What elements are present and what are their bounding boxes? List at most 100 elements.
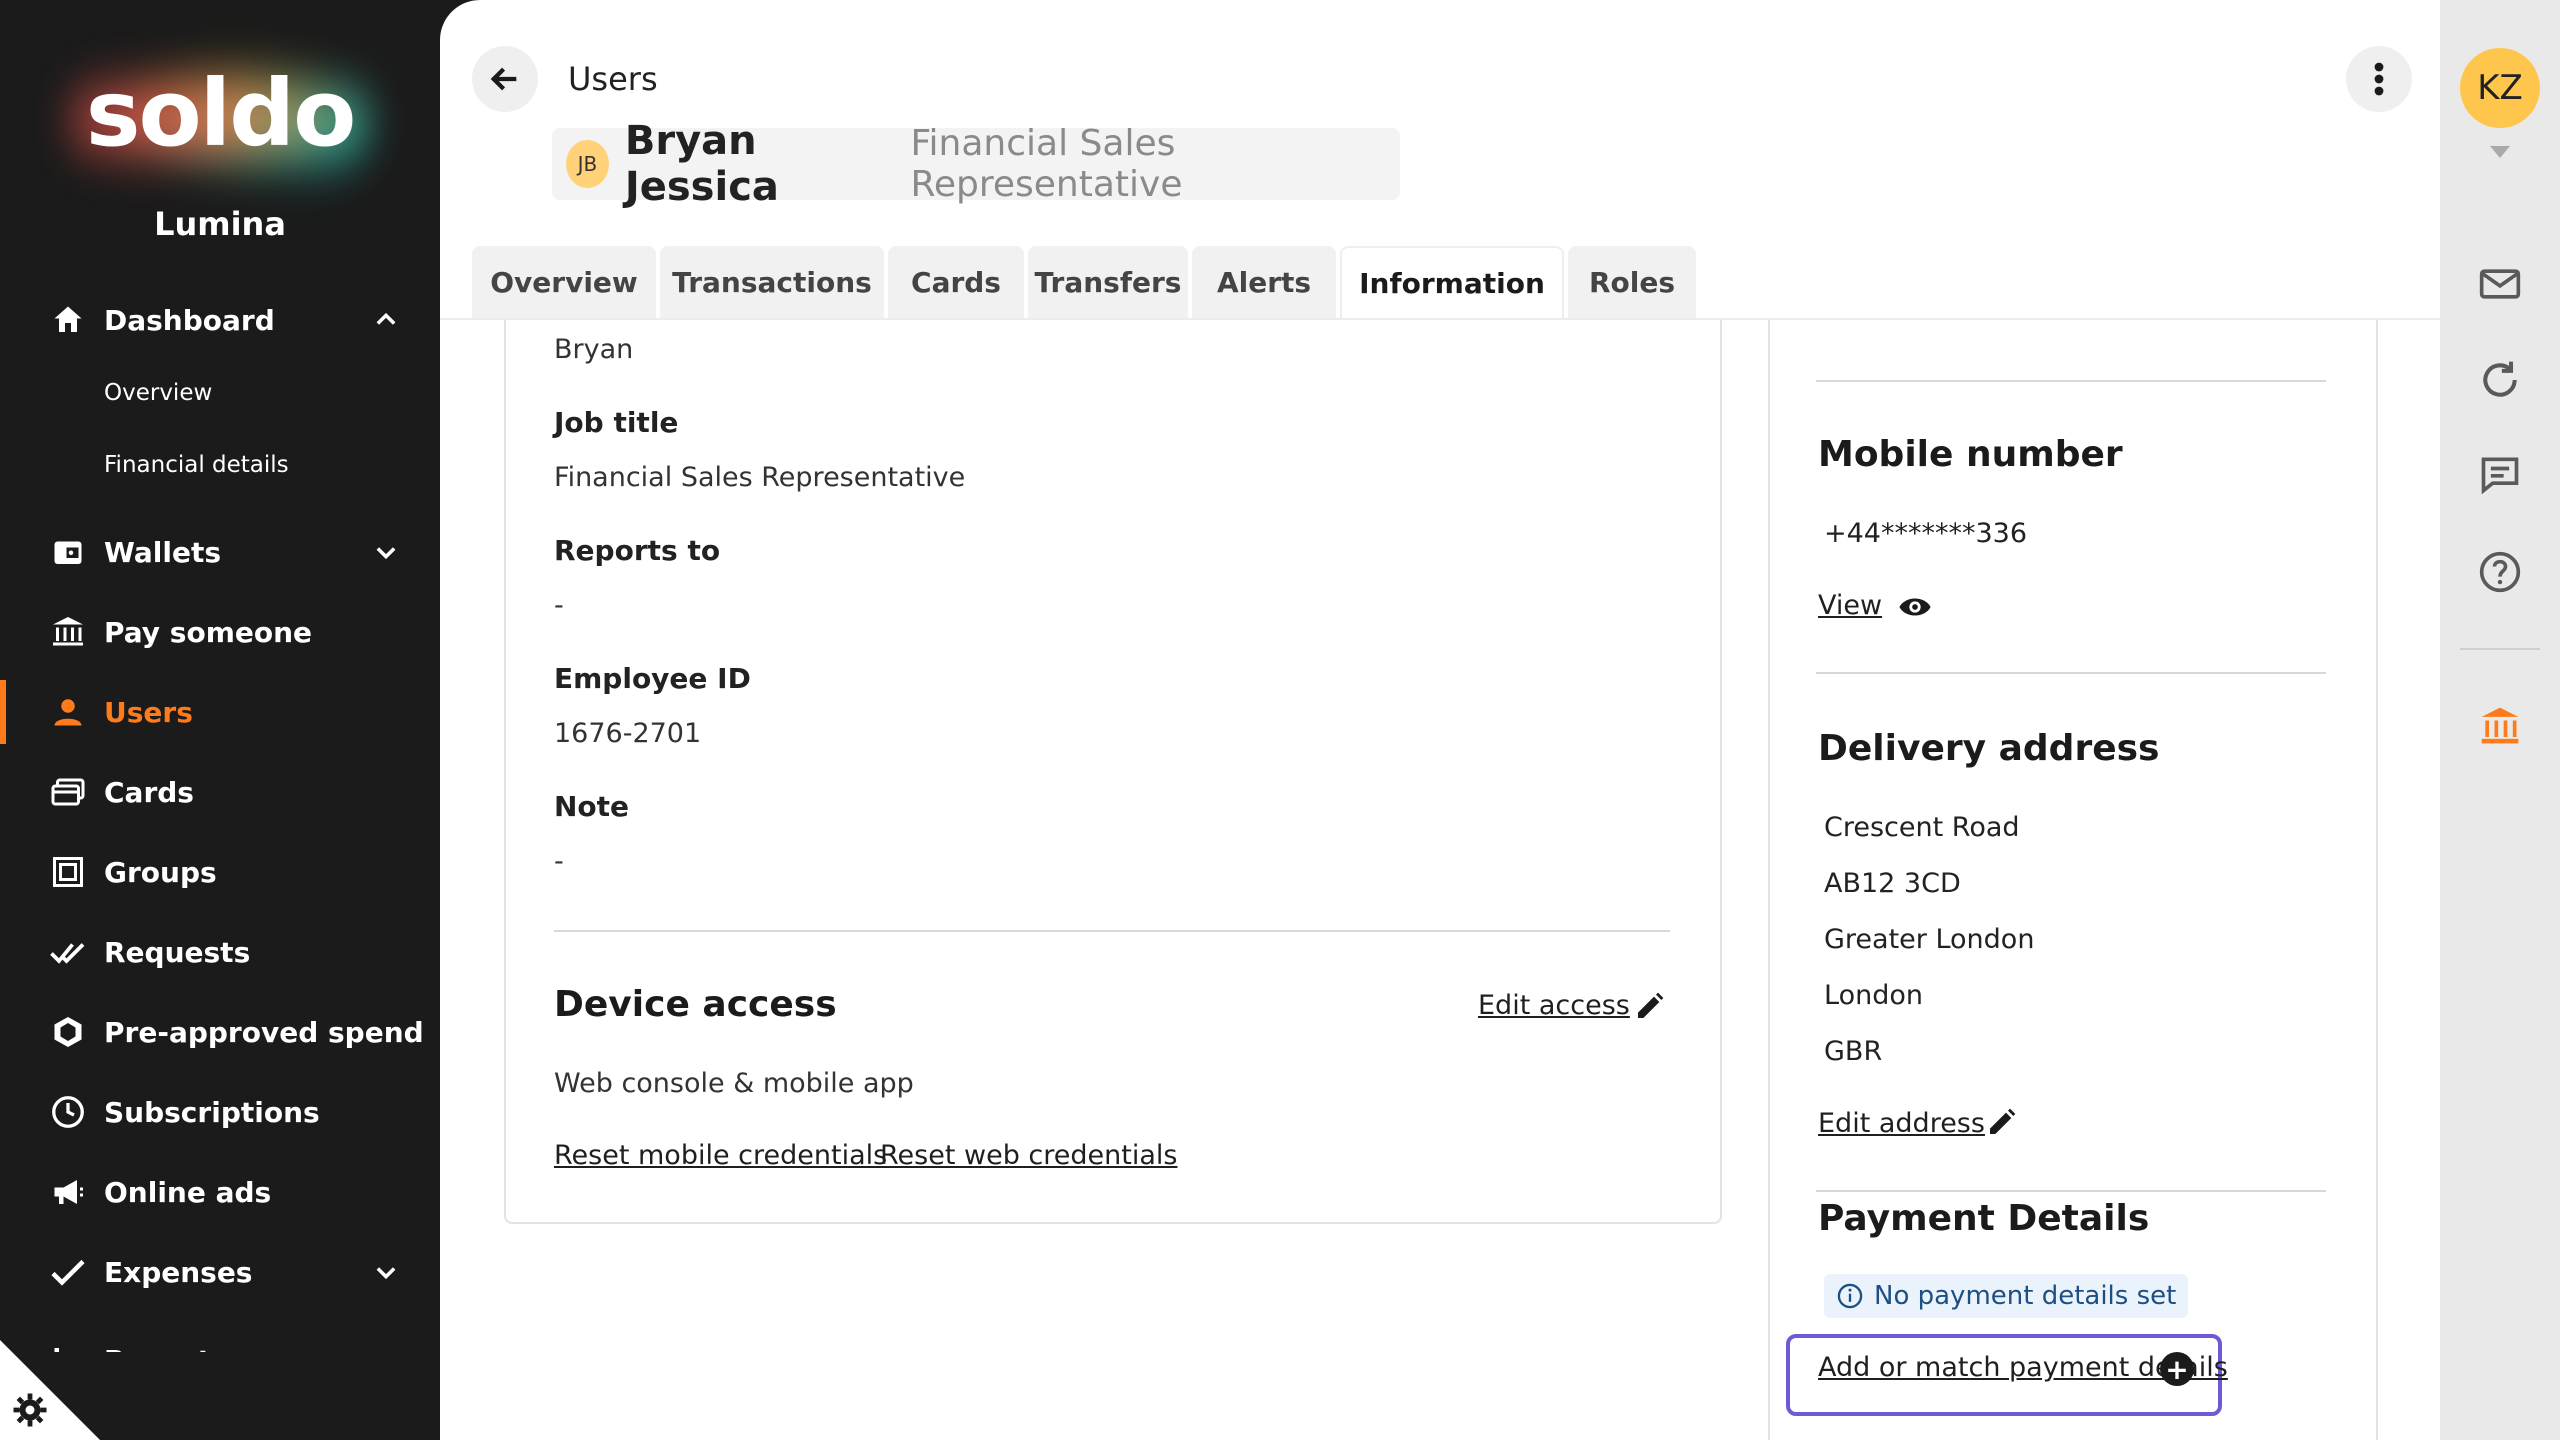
sidebar-item-dashboard[interactable]: Dashboard [0, 288, 440, 352]
address-line: Crescent Road [1824, 812, 2020, 843]
main-panel: Users JB Bryan Jessica Financial Sales R… [440, 0, 2440, 1440]
device-access-value: Web console & mobile app [554, 1068, 914, 1099]
user-name: Bryan Jessica [624, 118, 779, 210]
kebab-icon [2374, 62, 2384, 96]
arrow-left-icon [490, 67, 517, 91]
sidebar-subitem-financial-details[interactable]: Financial details [104, 452, 289, 478]
sidebar-item-requests[interactable]: Requests [0, 920, 440, 984]
note-value: - [554, 846, 564, 877]
first-name-value: Bryan [554, 334, 634, 365]
address-line: Greater London [1824, 924, 2035, 955]
breadcrumb: Users [568, 60, 658, 98]
sidebar: soldo Lumina Dashboard Overview Financia… [0, 0, 440, 1440]
tab-transfers[interactable]: Transfers [1028, 246, 1188, 318]
more-options-button[interactable] [2346, 46, 2412, 112]
bank-transfer-icon [48, 612, 88, 652]
reset-web-credentials-link[interactable]: Reset web credentials [880, 1140, 1177, 1171]
section-divider [1816, 672, 2326, 674]
double-check-icon [48, 932, 88, 972]
sidebar-item-label: Expenses [104, 1255, 253, 1289]
reset-mobile-credentials-link[interactable]: Reset mobile credentials [554, 1140, 887, 1171]
sidebar-item-label: Pre-approved spend [104, 1015, 424, 1049]
sidebar-item-online-ads[interactable]: Online ads [0, 1160, 440, 1224]
cards-icon [48, 772, 88, 812]
plus-icon[interactable]: + [2160, 1352, 2194, 1386]
delivery-address-title: Delivery address [1818, 728, 2160, 769]
account-avatar[interactable]: KZ [2460, 48, 2540, 128]
tab-information[interactable]: Information [1340, 246, 1564, 318]
edit-address-link[interactable]: Edit address [1818, 1108, 1985, 1139]
chevron-down-icon [376, 547, 396, 560]
tab-cards[interactable]: Cards [888, 246, 1024, 318]
address-line: GBR [1824, 1036, 1883, 1067]
right-rail: KZ [2440, 0, 2560, 1440]
help-icon[interactable] [2478, 550, 2522, 594]
sidebar-item-reports-clip: Reports [0, 1320, 440, 1352]
mobile-number-title: Mobile number [1818, 434, 2123, 475]
sidebar-item-pay-someone[interactable]: Pay someone [0, 600, 440, 664]
section-divider [1816, 1190, 2326, 1192]
badge-text: No payment details set [1874, 1281, 2177, 1311]
logo-text: soldo [85, 60, 357, 167]
sidebar-item-label: Requests [104, 935, 251, 969]
megaphone-icon [48, 1172, 88, 1212]
info-icon [1837, 1283, 1863, 1309]
sidebar-item-label: Cards [104, 775, 194, 809]
sidebar-item-label: Pay someone [104, 615, 313, 649]
note-label: Note [554, 790, 630, 823]
shield-icon [48, 1012, 88, 1052]
employee-id-label: Employee ID [554, 662, 751, 695]
sidebar-item-wallets[interactable]: Wallets [0, 520, 440, 584]
chevron-down-icon [376, 1267, 396, 1280]
pencil-icon[interactable] [1986, 1106, 2018, 1138]
soldo-logo[interactable]: soldo [70, 50, 370, 190]
sidebar-item-expenses[interactable]: Expenses [0, 1240, 440, 1304]
chat-icon[interactable] [2478, 452, 2522, 496]
job-title-value: Financial Sales Representative [554, 462, 966, 493]
groups-icon [48, 852, 88, 892]
tab-alerts[interactable]: Alerts [1192, 246, 1336, 318]
reports-to-label: Reports to [554, 534, 721, 567]
wallet-icon [48, 532, 88, 572]
gear-icon[interactable] [12, 1392, 48, 1428]
address-line: AB12 3CD [1824, 868, 1961, 899]
bank-icon[interactable] [2478, 704, 2522, 748]
sidebar-item-label: Users [104, 695, 193, 729]
tab-overview[interactable]: Overview [472, 246, 656, 318]
check-icon [48, 1252, 88, 1292]
user-role: Financial Sales Representative [910, 123, 1183, 205]
sidebar-item-label: Subscriptions [104, 1095, 320, 1129]
mail-icon[interactable] [2478, 262, 2522, 306]
sidebar-item-label: Reports [104, 1344, 228, 1353]
device-access-title: Device access [554, 984, 837, 1025]
sidebar-item-users[interactable]: Users [0, 680, 440, 744]
sidebar-item-pre-approved-spend[interactable]: Pre-approved spend [0, 1000, 440, 1064]
sidebar-item-label: Groups [104, 855, 217, 889]
job-title-label: Job title [554, 406, 679, 439]
pencil-icon[interactable] [1634, 990, 1666, 1022]
caret-down-icon[interactable] [2490, 146, 2510, 158]
view-mobile-link[interactable]: View [1818, 590, 1882, 621]
user-icon [48, 692, 88, 732]
back-button[interactable] [472, 46, 538, 112]
avatar: JB [566, 140, 609, 188]
sidebar-item-label: Wallets [104, 535, 222, 569]
user-header: JB Bryan Jessica Financial Sales Represe… [552, 118, 1400, 210]
eye-icon[interactable] [1896, 590, 1934, 624]
mobile-number-value: +44*******336 [1824, 518, 2028, 549]
sidebar-item-reports[interactable]: Reports [0, 1328, 440, 1352]
refresh-icon[interactable] [2478, 358, 2522, 402]
sidebar-subitem-overview[interactable]: Overview [104, 380, 212, 406]
sidebar-item-subscriptions[interactable]: Subscriptions [0, 1080, 440, 1144]
clock-icon [48, 1092, 88, 1132]
sidebar-item-groups[interactable]: Groups [0, 840, 440, 904]
section-divider [554, 930, 1670, 932]
tab-roles[interactable]: Roles [1568, 246, 1696, 318]
active-indicator [0, 680, 6, 744]
sidebar-item-cards[interactable]: Cards [0, 760, 440, 824]
tab-transactions[interactable]: Transactions [660, 246, 884, 318]
sidebar-item-label: Dashboard [104, 303, 275, 337]
tab-bar: Overview Transactions Cards Transfers Al… [472, 246, 1700, 318]
reports-to-value: - [554, 590, 564, 621]
edit-access-link[interactable]: Edit access [1478, 990, 1630, 1021]
